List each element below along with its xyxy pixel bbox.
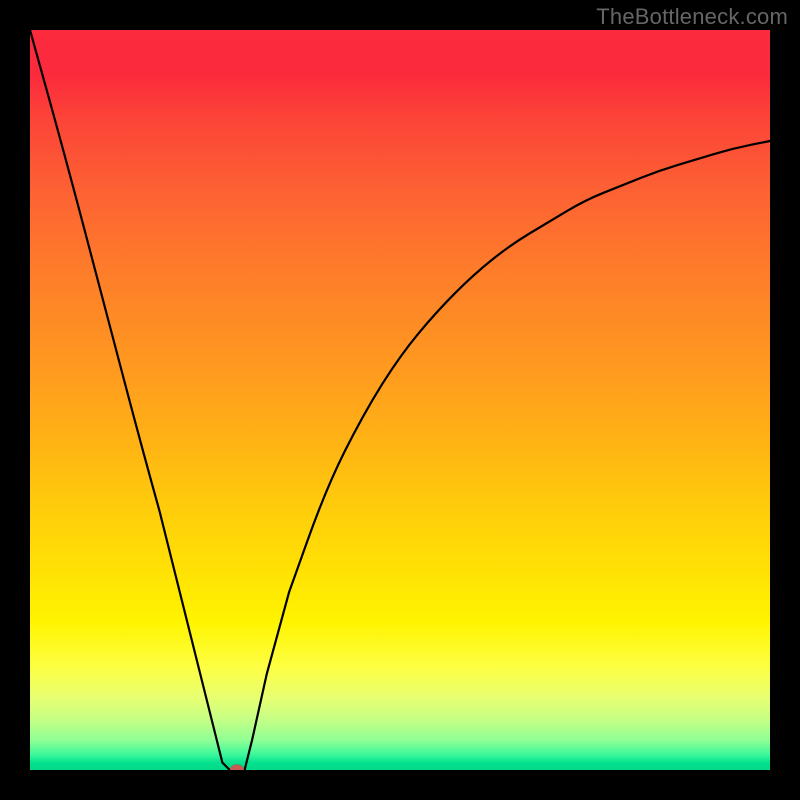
curve-path (30, 30, 770, 770)
bottleneck-curve (30, 30, 770, 770)
plot-area (30, 30, 770, 770)
minimum-marker (230, 765, 244, 771)
watermark-text: TheBottleneck.com (596, 4, 788, 30)
chart-frame: TheBottleneck.com (0, 0, 800, 800)
